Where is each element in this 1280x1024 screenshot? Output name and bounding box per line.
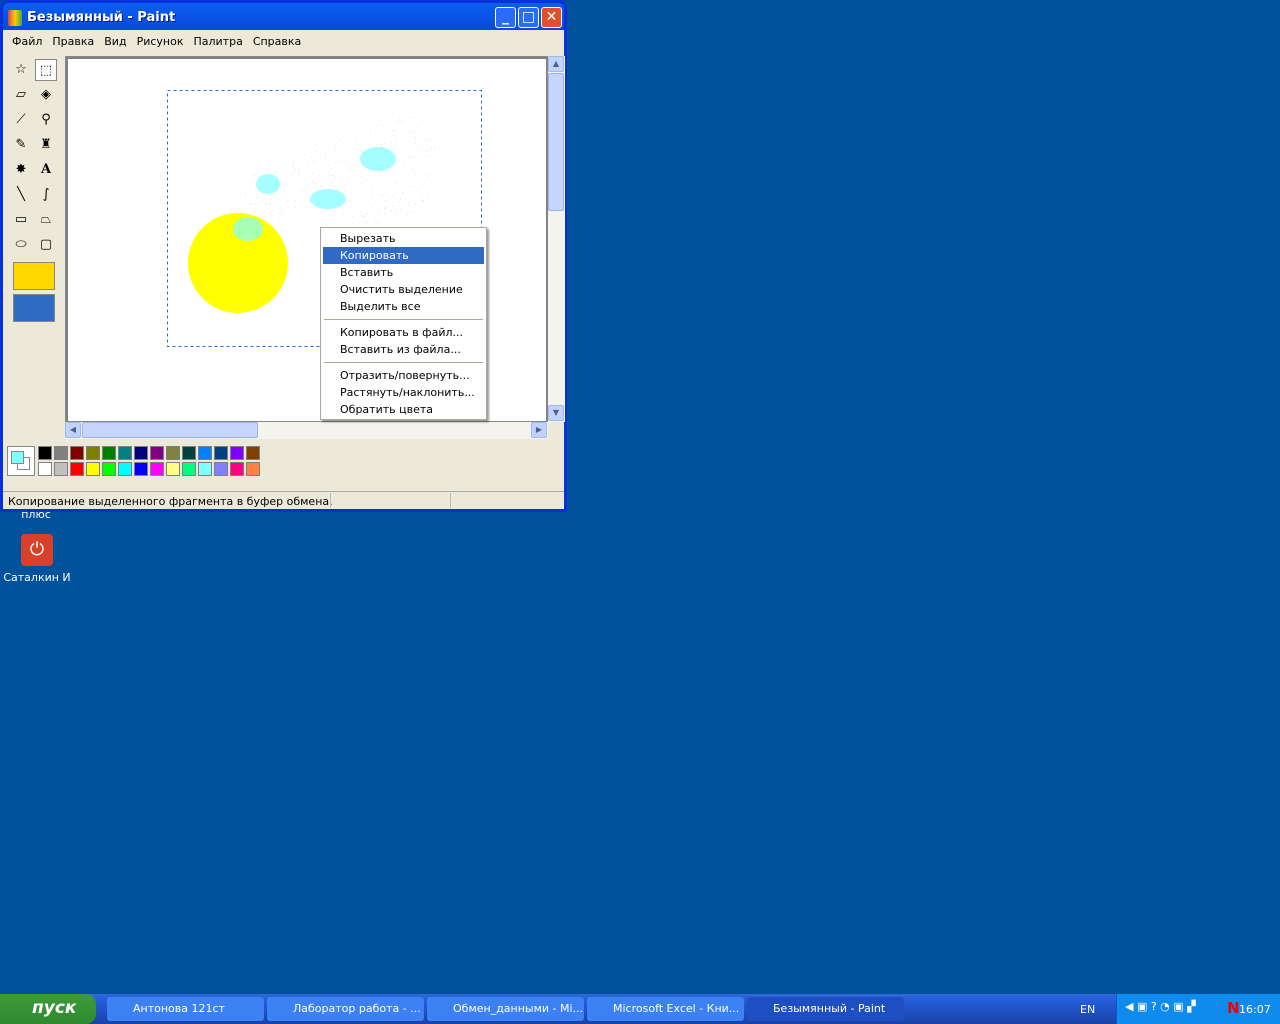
cloud-shape [233,114,438,229]
horizontal-scrollbar[interactable]: ◀ ▶ [65,422,548,439]
text-icon[interactable]: A [35,159,57,181]
task-word-1[interactable]: Лаборатор работа - ... [267,997,424,1021]
color-swatch[interactable] [198,446,212,460]
color-swatch[interactable] [150,462,164,476]
toolbox: ☆ ⬚ ▱ ◈ ⟋ ⚲ ✎ ♜ ✸ A ╲ ∫ ▭ ⏢ ⬭ ▢ [7,56,59,356]
opaque-option-icon[interactable] [13,262,55,290]
task-paint[interactable]: Безымянный - Paint [747,997,904,1021]
color-swatch[interactable] [70,462,84,476]
start-button[interactable]: пуск [0,994,96,1024]
brush-icon[interactable]: ♜ [35,134,57,156]
menu-item-paste[interactable]: Вставить [323,264,484,281]
menu-item-invert-colors[interactable]: Обратить цвета [323,401,484,418]
menu-separator [324,319,483,320]
color-swatch[interactable] [182,462,196,476]
status-bar: Копирование выделенного фрагмента в буфе… [3,491,564,509]
color-swatch[interactable] [38,446,52,460]
task-word-2[interactable]: Обмен_данными - Mi... [427,997,584,1021]
desktop-icon-label[interactable]: Саталкин И [0,571,74,584]
color-swatch[interactable] [150,446,164,460]
color-swatch[interactable] [166,462,180,476]
menu-file[interactable]: Файл [7,35,47,48]
vertical-scrollbar[interactable]: ▲ ▼ [548,56,565,422]
task-excel[interactable]: Microsoft Excel - Кни... [587,997,744,1021]
color-swatch[interactable] [214,462,228,476]
tray-icons[interactable]: ◀ ▣ ? ◔ ▣ ▞ [1125,1000,1196,1013]
menu-item-select-all[interactable]: Выделить все [323,298,484,315]
maximize-button[interactable]: □ [518,7,539,28]
menu-separator [324,362,483,363]
taskbar: пуск Антонова 121ст Лаборатор работа - .… [0,994,1280,1024]
current-colors [7,446,35,476]
menu-item-copy-to[interactable]: Копировать в файл... [323,324,484,341]
desktop-icon-label[interactable]: плюс [0,508,72,521]
color-swatch[interactable] [118,462,132,476]
menu-item-flip-rotate[interactable]: Отразить/повернуть... [323,367,484,384]
color-swatch[interactable] [182,446,196,460]
color-swatch[interactable] [246,462,260,476]
color-swatch[interactable] [198,462,212,476]
color-swatch[interactable] [86,462,100,476]
color-swatch[interactable] [230,446,244,460]
color-swatch[interactable] [134,462,148,476]
menu-item-clear-selection[interactable]: Очистить выделение [323,281,484,298]
transparent-option-icon[interactable] [13,294,55,322]
menu-help[interactable]: Справка [248,35,306,48]
color-picker-icon[interactable]: ⟋ [10,109,32,131]
close-button[interactable]: ✕ [541,7,562,28]
color-swatch[interactable] [118,446,132,460]
polygon-icon[interactable]: ⏢ [35,209,57,231]
color-swatch[interactable] [246,446,260,460]
airbrush-icon[interactable]: ✸ [10,159,32,181]
tray-n-icon[interactable]: N [1227,999,1240,1017]
menu-edit[interactable]: Правка [47,35,99,48]
curve-icon[interactable]: ∫ [35,184,57,206]
menu-colors[interactable]: Палитра [188,35,247,48]
color-swatch[interactable] [38,462,52,476]
power-app-icon[interactable]: ⏻ [21,534,53,566]
context-menu: Вырезать Копировать Вставить Очистить вы… [320,227,487,420]
color-swatch[interactable] [86,446,100,460]
color-swatch[interactable] [214,446,228,460]
eraser-icon[interactable]: ▱ [10,84,32,106]
color-swatch[interactable] [166,446,180,460]
status-text: Копирование выделенного фрагмента в буфе… [8,495,333,508]
system-tray: N ◀ ▣ ? ◔ ▣ ▞ 16:07 [1116,994,1280,1024]
free-select-icon[interactable]: ☆ [10,59,32,81]
start-label: пуск [32,998,77,1018]
color-swatch[interactable] [102,446,116,460]
magnifier-icon[interactable]: ⚲ [35,109,57,131]
menu-item-copy[interactable]: Копировать [323,247,484,264]
menu-item-cut[interactable]: Вырезать [323,230,484,247]
rectangle-icon[interactable]: ▭ [10,209,32,231]
pencil-icon[interactable]: ✎ [10,134,32,156]
language-indicator[interactable]: EN [1080,1003,1095,1016]
window-title: Безымянный - Paint [27,10,176,25]
fill-icon[interactable]: ◈ [35,84,57,106]
color-swatch[interactable] [70,446,84,460]
menu-image[interactable]: Рисунок [132,35,189,48]
minimize-button[interactable]: _ [495,7,516,28]
line-icon[interactable]: ╲ [10,184,32,206]
task-folder[interactable]: Антонова 121ст [107,997,264,1021]
color-swatch[interactable] [134,446,148,460]
menu-item-stretch-skew[interactable]: Растянуть/наклонить... [323,384,484,401]
color-swatch[interactable] [102,462,116,476]
color-swatch[interactable] [54,446,68,460]
rect-select-icon[interactable]: ⬚ [35,59,57,81]
clock: 16:07 [1239,1003,1271,1016]
title-bar[interactable]: Безымянный - Paint _ □ ✕ [3,3,564,33]
ellipse-icon[interactable]: ⬭ [10,234,32,256]
menu-item-paste-from[interactable]: Вставить из файла... [323,341,484,358]
paint-app-icon [8,10,22,26]
color-swatch[interactable] [230,462,244,476]
menu-bar: Файл Правка Вид Рисунок Палитра Справка [3,30,564,52]
rounded-rect-icon[interactable]: ▢ [35,234,57,256]
color-swatch[interactable] [54,462,68,476]
menu-view[interactable]: Вид [99,35,131,48]
